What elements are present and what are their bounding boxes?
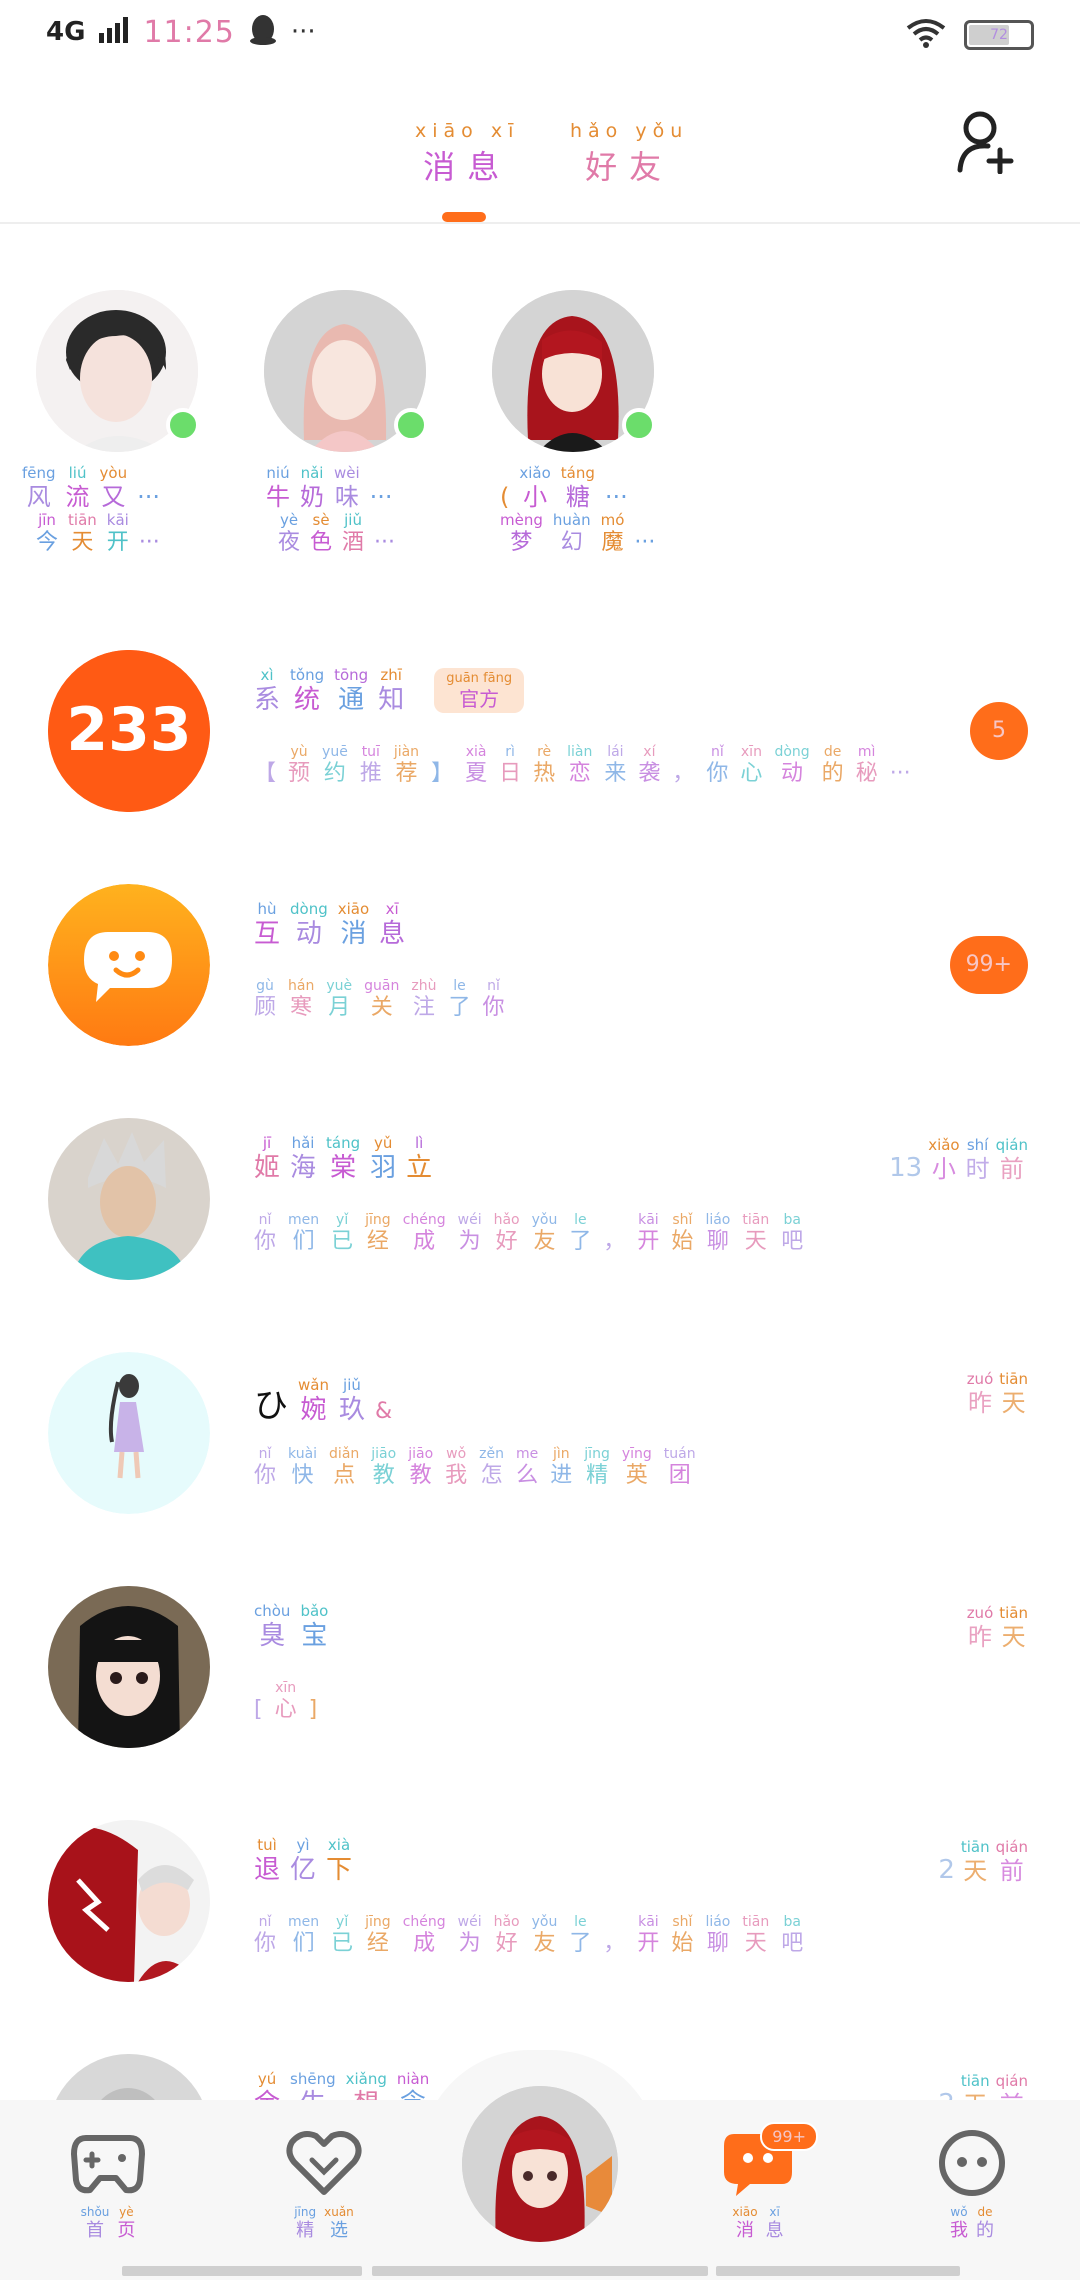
tab-friends-pinyin: hǎo yǒu (570, 120, 689, 142)
message-icon: 99+ (720, 2122, 818, 2198)
conversation-time: zuó 昨 tiān 天 (966, 1370, 1028, 1417)
online-friend[interactable]: niú 牛 nǎi 奶 wèi 味 ··· yè 夜 sè 色 jiǔ 酒 ··· (250, 290, 450, 554)
gamepad-icon (70, 2128, 146, 2198)
conversation-name: chòu 臭 bǎo 宝 (254, 1602, 329, 1651)
nav-messages-label: xiāo 消 xī 息 (732, 2205, 784, 2241)
status-bar: 4G 11:25 ··· 72 (0, 0, 1080, 70)
avatar[interactable] (48, 1352, 210, 1514)
nav-featured[interactable]: jīng 精 xuǎn 选 (264, 2128, 384, 2240)
conversation-preview: nǐ 你 men 们 yǐ 已 jīng 经 chéng 成 wéi 为 hǎo 好 yǒu 友… (254, 1914, 804, 1956)
system-233-avatar[interactable]: 233 (48, 650, 210, 812)
tab-messages[interactable]: xiāo xī 消息 (415, 120, 519, 188)
conversation-name: jī 姬 hǎi 海 táng 棠 yǔ 羽 lì 立 (254, 1134, 433, 1183)
conversation-list: 233 xì 系 tǒng 统 tōng 通 zhī 知 guān fāng 官方 【 y… (0, 640, 1080, 2278)
conversation-name: hù 互 dòng 动 xiāo 消 xī 息 (254, 900, 406, 949)
wifi-icon (906, 18, 946, 52)
tab-friends-label: 好友 (585, 148, 674, 186)
avatar[interactable] (48, 1586, 210, 1748)
more-notifications-icon: ··· (290, 17, 316, 47)
online-status-dot (394, 408, 428, 442)
conversation-row[interactable]: tuì 退 yì 亿 xià 下 nǐ 你 men 们 yǐ 已 jīng 经 chéng 成 … (0, 1810, 1080, 2044)
nav-messages[interactable]: 99+ xiāo 消 xī 息 (698, 2122, 818, 2241)
conversation-row[interactable]: jī 姬 hǎi 海 táng 棠 yǔ 羽 lì 立 nǐ 你 men 们 yǐ 已 jīng… (0, 1108, 1080, 1342)
online-friend[interactable]: fēng 风 liú 流 yòu 又 ··· jīn 今 tiān 天 kāi 开 ··· (22, 290, 222, 554)
conversation-row[interactable]: ひ wǎn 婉 jiǔ 玖 & nǐ 你 kuài 快 diǎn 点 jiāo 教 jiāo… (0, 1342, 1080, 1576)
unread-count-badge: 5 (970, 702, 1028, 760)
interaction-message-avatar[interactable] (48, 884, 210, 1046)
home-indicator-right (716, 2266, 960, 2276)
status-left: 4G 11:25 ··· (46, 14, 316, 50)
conversation-row[interactable]: chòu 臭 bǎo 宝 [ xīn 心 ] zuó 昨 tiān 天 (0, 1576, 1080, 1810)
status-right: 72 (906, 18, 1034, 52)
friend-name: ( xiǎo 小 táng 糖 ··· (500, 464, 628, 511)
qq-penguin-icon (249, 14, 277, 50)
heart-icon (286, 2128, 362, 2198)
home-indicator-left (122, 2266, 362, 2276)
tab-messages-label: 消息 (423, 148, 512, 186)
conversation-name: xì 系 tǒng 统 tōng 通 zhī 知 guān fāng 官方 (254, 668, 525, 713)
avatar[interactable] (48, 1118, 210, 1280)
center-avatar-button[interactable] (456, 2080, 624, 2248)
conversation-preview: nǐ 你 men 们 yǐ 已 jīng 经 chéng 成 wéi 为 hǎo 好 yǒu 友… (254, 1212, 804, 1254)
official-badge: guān fāng 官方 (434, 668, 525, 713)
conversation-preview: gù 顾 hán 寒 yuè 月 guān 关 zhù 注 le 了 nǐ 你 (254, 978, 505, 1020)
profile-icon (934, 2128, 1010, 2198)
online-status-dot (622, 408, 656, 442)
battery-icon: 72 (964, 20, 1034, 50)
conversation-preview: 【 yù 预 yuē 约 tuī 推 jiàn 荐 】 xià 夏 rì 日 rè 热 lià… (254, 744, 911, 786)
nav-home[interactable]: shǒu 首 yè 页 (48, 2128, 168, 2240)
add-friend-icon[interactable] (956, 110, 1016, 175)
signal-bars-icon (99, 17, 129, 47)
network-signal: 4G (46, 17, 86, 47)
tab-friends[interactable]: hǎo yǒu 好友 (570, 120, 688, 188)
status-time: 11:25 (143, 14, 235, 50)
tab-messages-pinyin: xiāo xī (415, 120, 520, 142)
unread-count-badge: 99+ (949, 936, 1028, 994)
home-indicator-center (372, 2266, 708, 2276)
top-tab-bar: xiāo xī 消息 hǎo yǒu 好友 (0, 110, 1080, 222)
nav-messages-badge: 99+ (760, 2122, 818, 2151)
friend-status: jīn 今 tiān 天 kāi 开 ··· (36, 511, 160, 555)
nav-home-label: shǒu 首 yè 页 (80, 2205, 136, 2241)
conversation-preview: nǐ 你 kuài 快 diǎn 点 jiāo 教 jiāo 教 wǒ 我 zěn 怎 me 么… (254, 1446, 696, 1488)
conversation-preview: [ xīn 心 ] (254, 1680, 318, 1722)
battery-level: 72 (990, 27, 1008, 43)
conversation-row[interactable]: hù 互 dòng 动 xiāo 消 xī 息 gù 顾 hán 寒 yuè 月 guān 关 … (0, 874, 1080, 1108)
conversation-name: tuì 退 yì 亿 xià 下 (254, 1836, 353, 1885)
avatar[interactable] (48, 1820, 210, 1982)
conversation-time: 13 xiǎo 小 shí 时 qián 前 (889, 1136, 1028, 1183)
friend-name: fēng 风 liú 流 yòu 又 ··· (22, 464, 160, 511)
conversation-name: ひ wǎn 婉 jiǔ 玖 & (254, 1376, 393, 1426)
friend-status: yè 夜 sè 色 jiǔ 酒 ··· (278, 511, 396, 555)
conversation-time: zuó 昨 tiān 天 (966, 1604, 1028, 1651)
svg-text:233: 233 (66, 695, 191, 765)
online-friend[interactable]: ( xiǎo 小 táng 糖 ··· mèng 梦 huàn 幻 mó 魔 ··· (478, 290, 678, 554)
nav-profile[interactable]: wǒ 我 de 的 (912, 2128, 1032, 2240)
tab-divider (0, 222, 1080, 224)
online-friends-strip: fēng 风 liú 流 yòu 又 ··· jīn 今 tiān 天 kāi 开 ··· … (0, 290, 1080, 590)
nav-profile-label: wǒ 我 de 的 (950, 2205, 994, 2241)
friend-status: mèng 梦 huàn 幻 mó 魔 ··· (500, 511, 656, 555)
conversation-row[interactable]: 233 xì 系 tǒng 统 tōng 通 zhī 知 guān fāng 官方 【 y… (0, 640, 1080, 874)
friend-name: niú 牛 nǎi 奶 wèi 味 ··· (266, 464, 393, 511)
conversation-time: 2 tiān天 qián前 (938, 1838, 1028, 1885)
online-status-dot (166, 408, 200, 442)
active-tab-indicator (442, 212, 486, 222)
nav-featured-label: jīng 精 xuǎn 选 (294, 2205, 354, 2241)
